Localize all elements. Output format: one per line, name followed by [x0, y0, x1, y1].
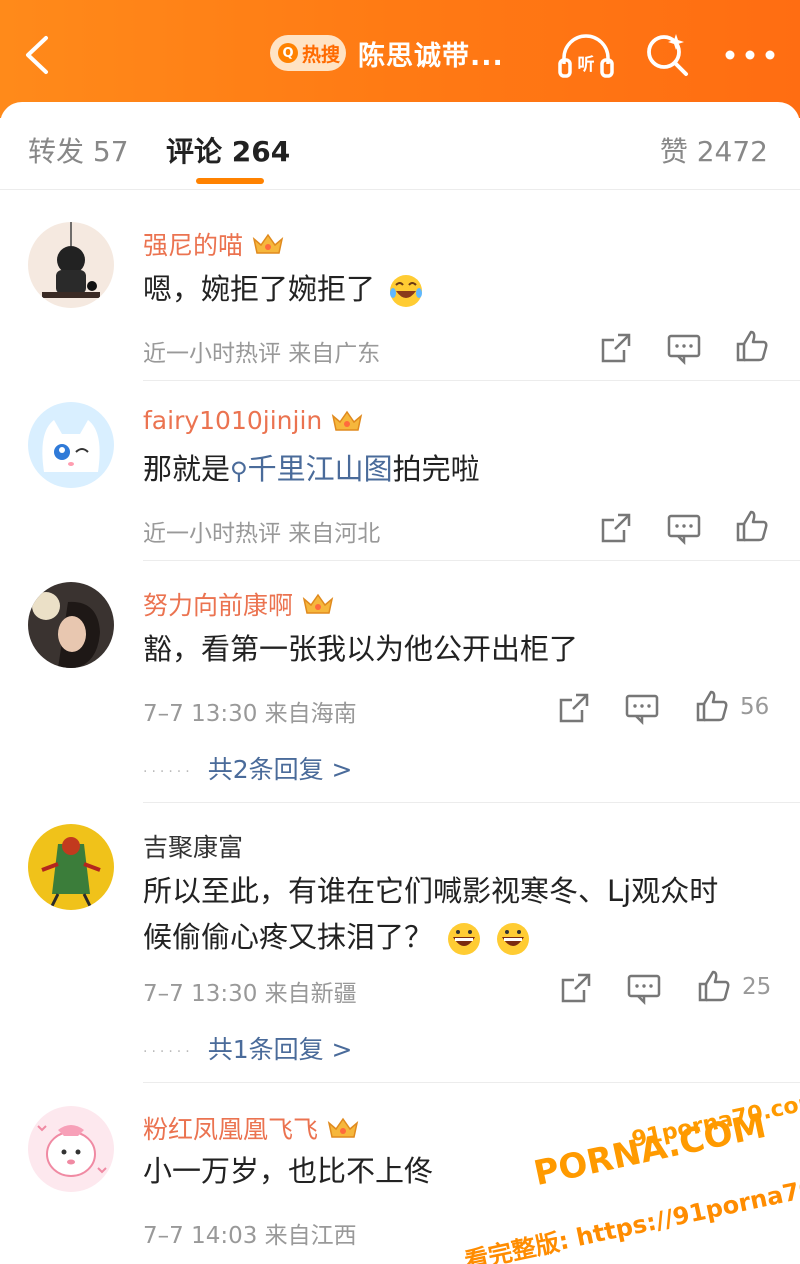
tab-repost[interactable]: 转发 57: [28, 130, 129, 170]
avatar[interactable]: [28, 222, 114, 308]
reply-icon[interactable]: [626, 970, 662, 1006]
share-icon[interactable]: [598, 510, 634, 546]
grinning-emoji-icon: [448, 923, 481, 955]
username-text: 粉红凤凰凰飞飞: [143, 1115, 319, 1144]
share-icon[interactable]: [558, 970, 594, 1006]
comment-username[interactable]: 努力向前康啊: [143, 586, 335, 622]
hot-search-label: 热搜: [302, 43, 341, 66]
tab-like[interactable]: 赞 2472: [660, 130, 768, 170]
crown-badge-icon: [332, 410, 363, 431]
thumbs-up-icon[interactable]: [734, 328, 770, 364]
topic-link-text: 千里江山图: [247, 452, 393, 486]
comment-username[interactable]: 吉聚康富: [143, 828, 243, 864]
crown-badge-icon: [252, 233, 284, 254]
like-count: 25: [742, 974, 772, 1000]
view-replies-text: 共1条回复 >: [207, 1035, 353, 1064]
reply-dots: ......: [143, 1040, 194, 1056]
avatar[interactable]: [28, 582, 114, 668]
hot-search-badge[interactable]: Q 热搜: [270, 35, 346, 71]
share-icon[interactable]: [598, 330, 634, 366]
topic-search-icon: ⚲: [230, 457, 248, 485]
comment-text-after: 拍完啦: [392, 452, 480, 486]
comment-divider: [143, 560, 800, 561]
thumbs-up-icon[interactable]: [734, 508, 770, 544]
header-bar: Q 热搜 陈思诚带... 听: [0, 0, 800, 118]
comment-meta: 7–7 13:30 来自新疆: [143, 981, 357, 1007]
view-replies-link[interactable]: ...... 共1条回复 >: [143, 1030, 353, 1066]
comment-divider: [143, 802, 800, 803]
comment-meta: 近一小时热评 来自河北: [143, 521, 381, 547]
username-text: 努力向前康啊: [143, 591, 294, 620]
thumbs-up-icon[interactable]: [696, 968, 732, 1004]
avatar[interactable]: [28, 402, 114, 488]
comment-text: 豁，看第一张我以为他公开出柜了: [143, 632, 579, 666]
tab-bar: 转发 57 评论 264 赞 2472: [0, 102, 800, 190]
comment-divider: [143, 380, 800, 381]
view-replies-text: 共2条回复 >: [207, 755, 353, 784]
thumbs-up-icon[interactable]: [694, 688, 730, 724]
back-arrow-icon[interactable]: [18, 30, 62, 80]
username-text: 强尼的喵: [143, 231, 244, 260]
avatar[interactable]: [28, 1106, 114, 1192]
username-text: fairy1010jinjin: [143, 406, 323, 435]
watermark: 91porna70.com PORNA.COM 看完整版: https://91…: [430, 1088, 800, 1264]
comment-meta: 近一小时热评 来自广东: [143, 341, 381, 367]
grinning-emoji-icon: [497, 923, 530, 955]
crown-badge-icon: [327, 1117, 359, 1138]
reply-icon[interactable]: [624, 690, 660, 726]
laughing-tears-emoji-icon: [390, 275, 423, 307]
comment-text: 小一万岁，也比不上佟: [143, 1154, 434, 1188]
comment-text-line2: 候偷偷心疼又抹泪了？: [143, 920, 434, 954]
comment-text: 嗯，婉拒了婉拒了: [143, 266, 424, 312]
watermark-brand: PORNA.COM: [530, 1105, 770, 1195]
svg-text:听: 听: [578, 54, 595, 75]
share-icon[interactable]: [556, 690, 592, 726]
crown-badge-icon: [302, 593, 334, 614]
comment-username[interactable]: 强尼的喵: [143, 226, 285, 262]
tab-comment[interactable]: 评论 264: [166, 130, 290, 170]
search-icon[interactable]: [642, 30, 692, 80]
comment-divider: [143, 1082, 800, 1083]
topic-link[interactable]: ⚲千里江山图: [230, 452, 393, 486]
comment-username[interactable]: fairy1010jinjin: [143, 406, 364, 435]
topic-title[interactable]: 陈思诚带...: [358, 34, 504, 73]
comment-text-line2-wrap: 候偷偷心疼又抹泪了？: [143, 914, 718, 960]
avatar[interactable]: [28, 824, 114, 910]
comment-meta: 7–7 13:30 来自海南: [143, 701, 357, 727]
like-count: 56: [740, 694, 770, 720]
active-tab-indicator: [196, 178, 264, 184]
comment-meta: 7–7 14:03 来自江西: [143, 1223, 357, 1249]
comment-text-before: 那就是: [143, 452, 231, 486]
comment-text: 所以至此，有谁在它们喊影视寒冬、Lj观众时 候偷偷心疼又抹泪了？: [143, 868, 718, 960]
comment-text-content: 嗯，婉拒了婉拒了: [143, 272, 376, 306]
view-replies-link[interactable]: ...... 共2条回复 >: [143, 750, 353, 786]
search-q-icon: Q: [278, 43, 298, 63]
username-text: 吉聚康富: [143, 833, 244, 862]
more-icon[interactable]: [722, 30, 778, 80]
reply-icon[interactable]: [666, 330, 702, 366]
reply-dots: ......: [143, 760, 194, 776]
headphones-icon[interactable]: 听: [556, 30, 616, 82]
reply-icon[interactable]: [666, 510, 702, 546]
comment-username[interactable]: 粉红凤凰凰飞飞: [143, 1110, 360, 1146]
comment-text-line1: 所以至此，有谁在它们喊影视寒冬、Lj观众时: [143, 874, 719, 908]
comment-text: 那就是⚲千里江山图拍完啦: [143, 446, 480, 494]
